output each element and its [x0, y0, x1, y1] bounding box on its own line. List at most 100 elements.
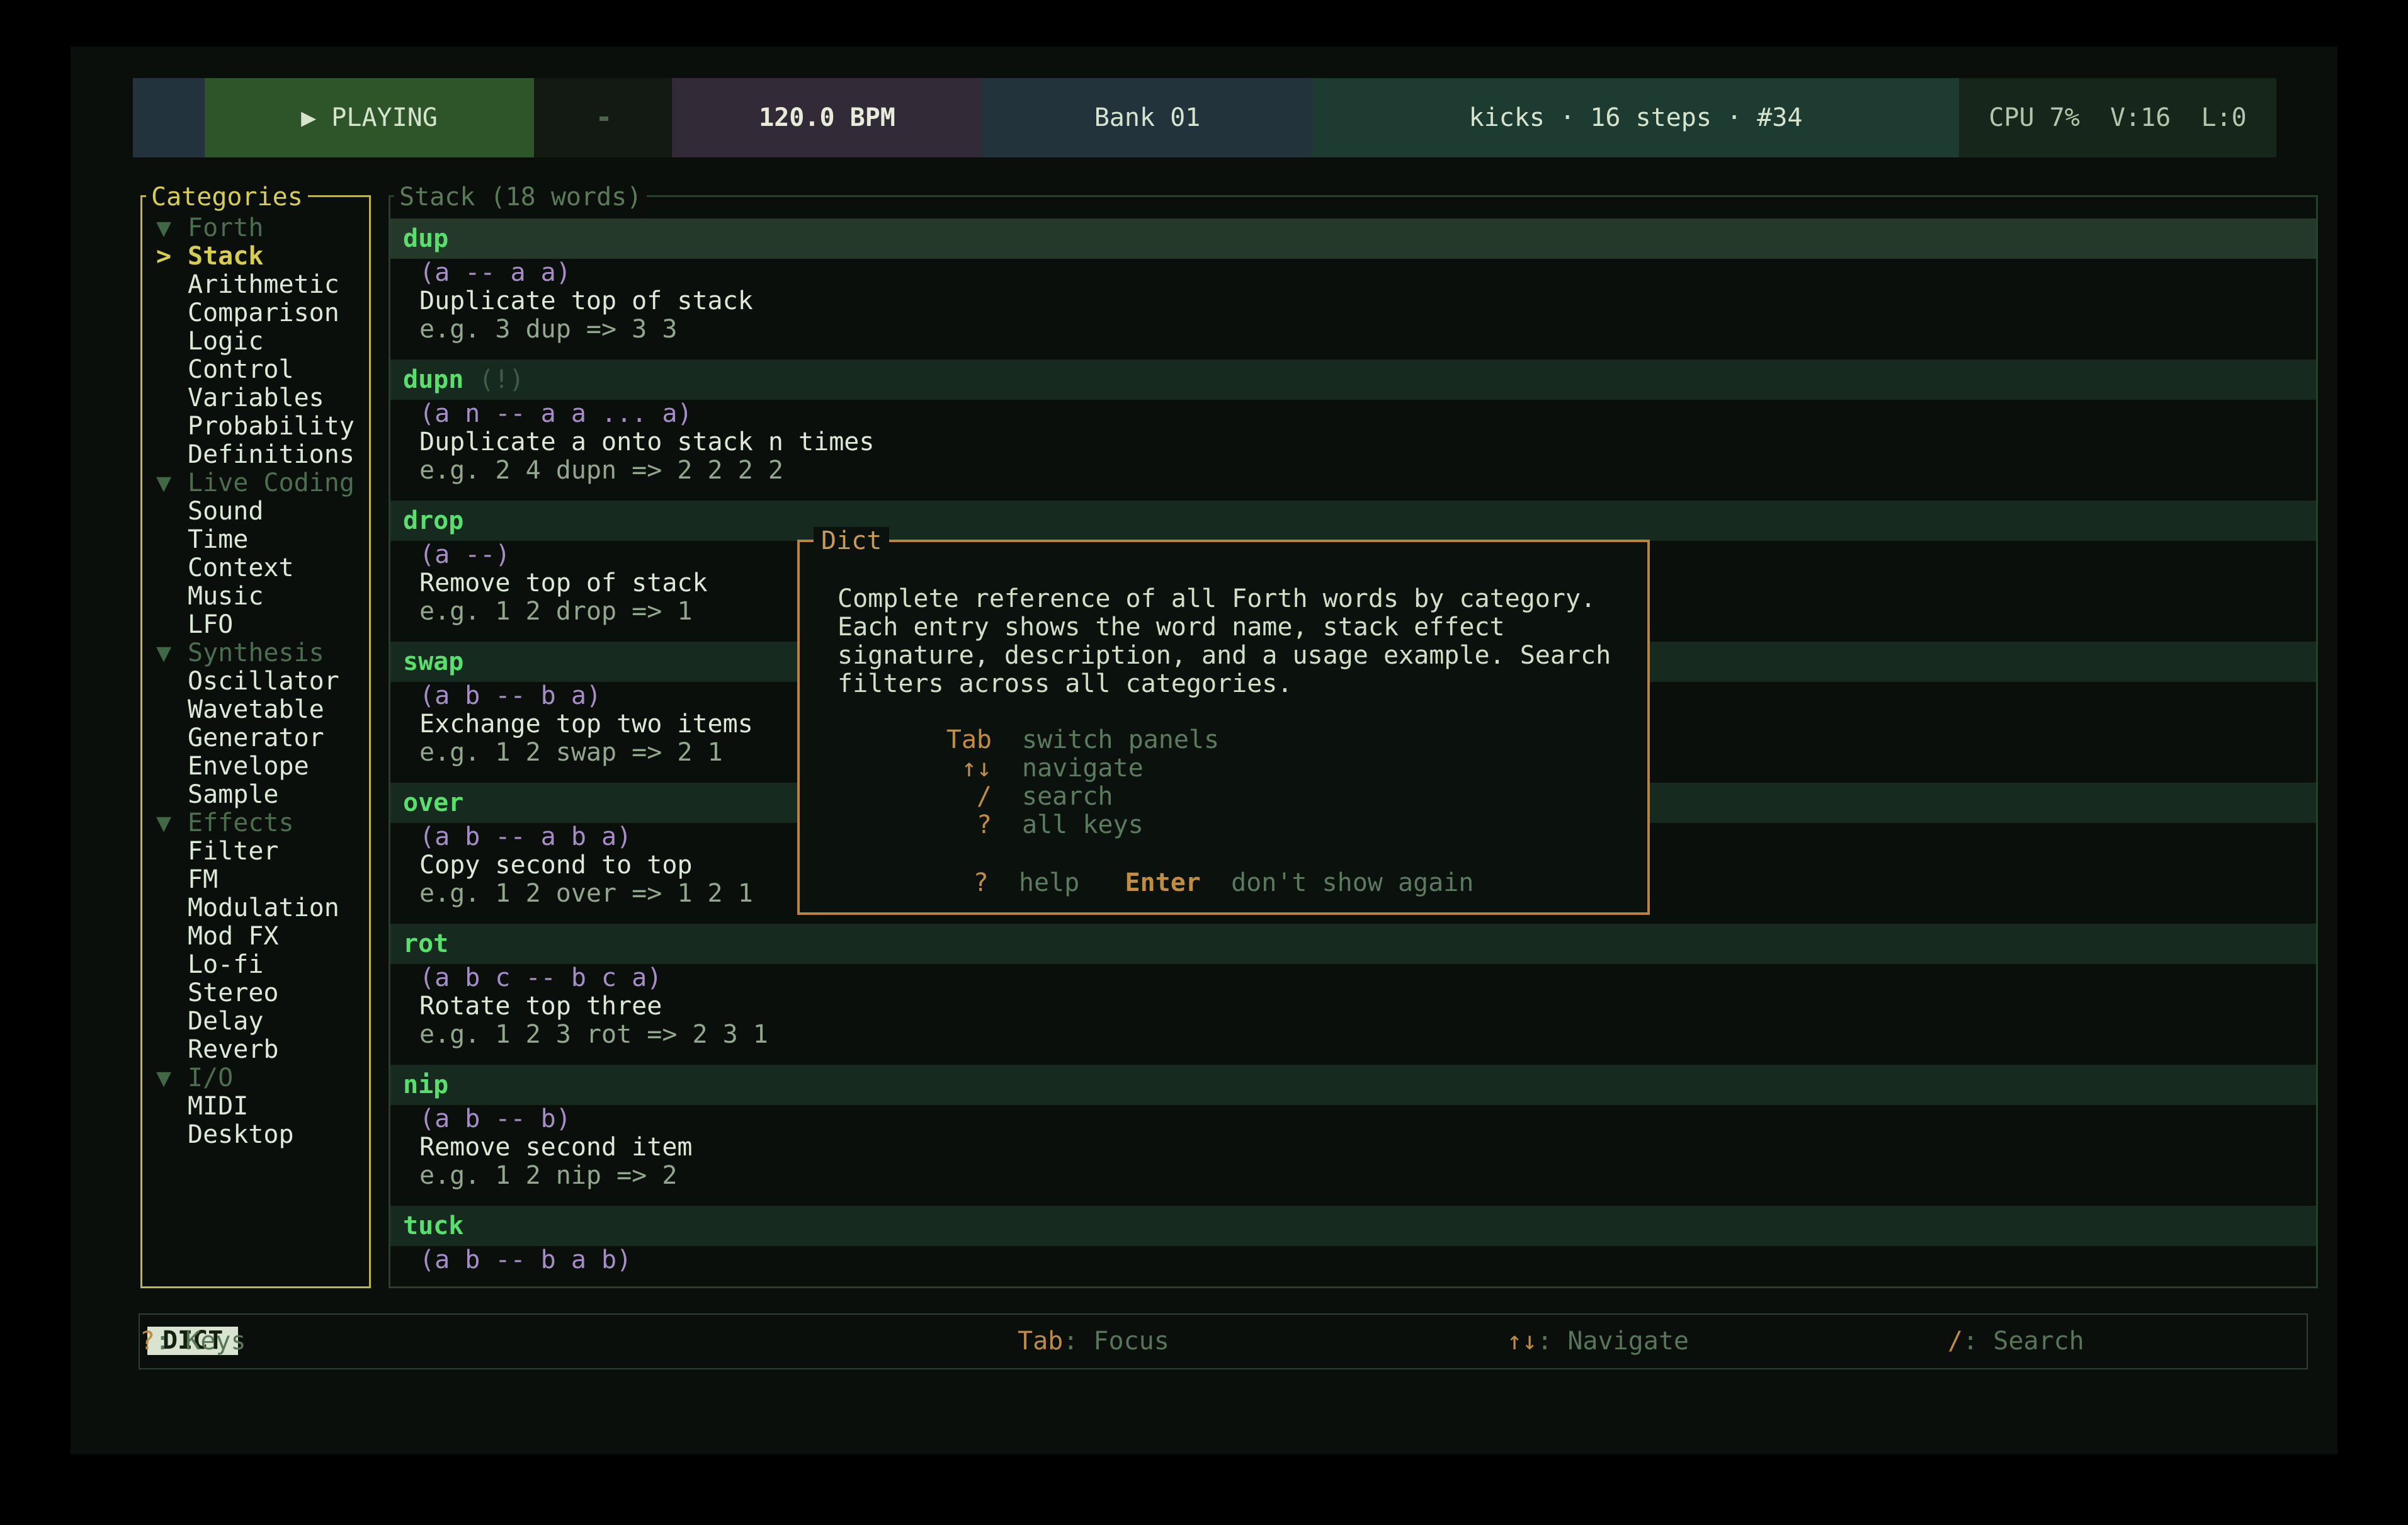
- categories-list: ▼ Forth > Stack Arithmetic Comparison: [142, 197, 369, 1149]
- word-description: [390, 1274, 2316, 1286]
- category-item[interactable]: Mod FX: [142, 922, 369, 951]
- category-item[interactable]: Control: [142, 356, 369, 384]
- category-item[interactable]: > Stack: [142, 242, 369, 271]
- word-entry[interactable]: dupn(!) (a n -- a a ... a) Duplicate a o…: [390, 360, 2316, 485]
- category-item[interactable]: MIDI: [142, 1092, 369, 1121]
- dialog-footer-segment: Enter: [1125, 868, 1200, 897]
- word-example: e.g. 1 2 nip => 2: [390, 1162, 2316, 1190]
- key-hint-label: : Keys: [155, 1327, 246, 1356]
- category-label: Generator: [188, 724, 324, 752]
- category-item[interactable]: Definitions: [142, 441, 369, 469]
- category-item[interactable]: Lo-fi: [142, 951, 369, 979]
- word-name: dupn: [390, 365, 463, 394]
- word-entry[interactable]: tuck (a b -- b a b): [390, 1206, 2316, 1286]
- dialog-body-line: filters across all categories.: [838, 670, 1647, 698]
- category-item[interactable]: LFO: [142, 611, 369, 639]
- word-description: Remove second item: [390, 1133, 2316, 1162]
- category-item[interactable]: Music: [142, 582, 369, 611]
- category-item[interactable]: Probability: [142, 412, 369, 441]
- category-label: Forth: [188, 214, 263, 242]
- word-entry[interactable]: nip (a b -- b) Remove second item e.g. 1…: [390, 1065, 2316, 1190]
- category-item[interactable]: Arithmetic: [142, 271, 369, 299]
- category-marker-icon: [142, 922, 188, 951]
- word-header-bar[interactable]: dup: [390, 218, 2316, 259]
- category-marker-icon: ▼: [142, 469, 188, 497]
- category-marker-icon: >: [142, 242, 188, 271]
- key-hint: Tab: Focus: [1018, 1315, 1169, 1368]
- categories-panel[interactable]: Categories ▼ Forth > Stack Arithmetic: [140, 195, 371, 1288]
- key-hint: /: Search: [1948, 1315, 2084, 1368]
- word-header-bar[interactable]: tuck: [390, 1206, 2316, 1246]
- category-label: Live Coding: [188, 469, 355, 497]
- play-icon: ▶: [301, 103, 316, 132]
- category-marker-icon: [142, 327, 188, 356]
- category-item[interactable]: Logic: [142, 327, 369, 356]
- category-marker-icon: [142, 356, 188, 384]
- shortcut-key: /: [838, 783, 992, 811]
- category-marker-icon: [142, 497, 188, 526]
- category-label: Wavetable: [188, 696, 324, 724]
- category-label: Probability: [188, 412, 355, 441]
- category-item[interactable]: Variables: [142, 384, 369, 412]
- dialog-title: Dict: [814, 527, 889, 555]
- category-item[interactable]: Delay: [142, 1007, 369, 1036]
- category-item[interactable]: Time: [142, 526, 369, 554]
- dialog-body-line: Each entry shows the word name, stack ef…: [838, 613, 1647, 642]
- category-item[interactable]: Sample: [142, 781, 369, 809]
- shortcut-key: Tab: [838, 726, 992, 754]
- shortcut-key: ?: [838, 811, 992, 839]
- category-item[interactable]: Wavetable: [142, 696, 369, 724]
- word-header-bar[interactable]: nip: [390, 1065, 2316, 1105]
- bank-display[interactable]: Bank 01: [982, 78, 1312, 157]
- word-warning-badge: (!): [479, 365, 524, 394]
- word-entry[interactable]: dup (a -- a a) Duplicate top of stack e.…: [390, 218, 2316, 344]
- category-item[interactable]: Oscillator: [142, 667, 369, 696]
- category-item[interactable]: Desktop: [142, 1121, 369, 1149]
- category-item[interactable]: Reverb: [142, 1036, 369, 1064]
- word-name: rot: [390, 929, 448, 958]
- word-header-bar[interactable]: dupn (!): [390, 360, 2316, 400]
- category-item[interactable]: Envelope: [142, 752, 369, 781]
- dict-help-dialog: Dict Complete reference of all Forth wor…: [797, 540, 1650, 915]
- category-marker-icon: [142, 866, 188, 894]
- category-marker-icon: [142, 667, 188, 696]
- category-label: Control: [188, 356, 294, 384]
- category-marker-icon: [142, 384, 188, 412]
- category-item[interactable]: ▼ Live Coding: [142, 469, 369, 497]
- category-label: I/O: [188, 1064, 233, 1092]
- category-item[interactable]: Context: [142, 554, 369, 582]
- category-marker-icon: ▼: [142, 214, 188, 242]
- dialog-shortcuts: Tabswitch panels ↑↓navigate /search ?all…: [838, 726, 1647, 839]
- transport-bar: ▶ PLAYING 120.0 BPM Bank 01 kicks · 16 s…: [133, 78, 2314, 157]
- category-item[interactable]: ▼ I/O: [142, 1064, 369, 1092]
- category-label: LFO: [188, 611, 233, 639]
- category-item[interactable]: ▼ Synthesis: [142, 639, 369, 667]
- word-name: over: [390, 788, 463, 817]
- category-item[interactable]: ▼ Forth: [142, 214, 369, 242]
- beat-indicator-segment: [534, 78, 672, 157]
- bpm-display[interactable]: 120.0 BPM: [672, 78, 982, 157]
- category-item[interactable]: Modulation: [142, 894, 369, 922]
- category-item[interactable]: Comparison: [142, 299, 369, 327]
- category-label: Filter: [188, 837, 279, 866]
- category-item[interactable]: Filter: [142, 837, 369, 866]
- category-label: Context: [188, 554, 294, 582]
- word-header-bar[interactable]: drop: [390, 501, 2316, 541]
- category-item[interactable]: FM: [142, 866, 369, 894]
- shortcut-action: navigate: [1022, 754, 1144, 783]
- category-item[interactable]: Generator: [142, 724, 369, 752]
- category-marker-icon: [142, 752, 188, 781]
- word-entry[interactable]: rot (a b c -- b c a) Rotate top three e.…: [390, 924, 2316, 1049]
- word-header-bar[interactable]: rot: [390, 924, 2316, 964]
- category-label: Envelope: [188, 752, 309, 781]
- category-item[interactable]: ▼ Effects: [142, 809, 369, 837]
- category-item[interactable]: Stereo: [142, 979, 369, 1007]
- category-label: Stack: [188, 242, 263, 271]
- category-marker-icon: [142, 1092, 188, 1121]
- word-stack-signature: (a n -- a a ... a): [390, 400, 2316, 428]
- dialog-footer: ? help Enter don't show again: [800, 869, 1647, 897]
- transport-status[interactable]: ▶ PLAYING: [205, 78, 534, 157]
- dialog-body-line: Complete reference of all Forth words by…: [838, 585, 1647, 613]
- category-item[interactable]: Sound: [142, 497, 369, 526]
- shortcut-row: Tabswitch panels: [838, 726, 1647, 754]
